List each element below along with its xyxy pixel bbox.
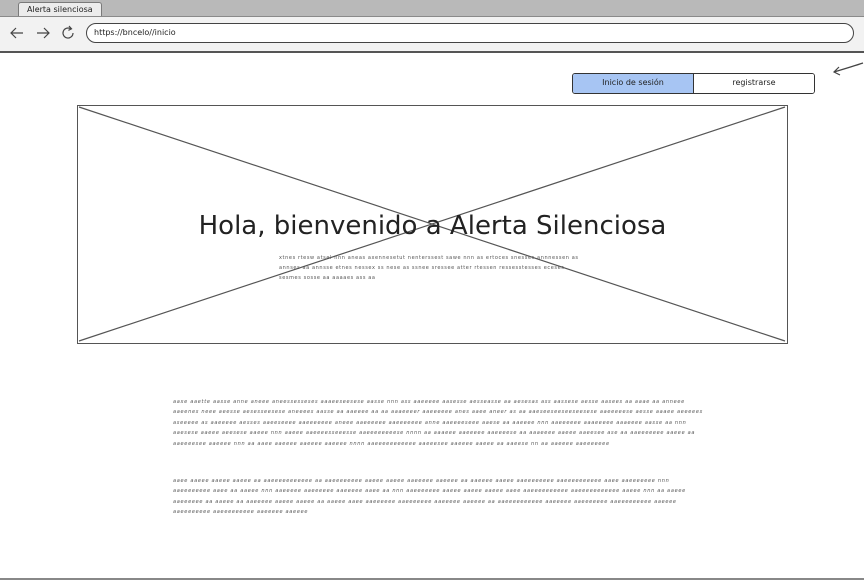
browser-tab[interactable]: Alerta silenciosa (18, 2, 102, 16)
arrow-left-icon[interactable] (8, 23, 26, 43)
content-paragraph-2: aaee aaeee aaeee aaeee aa aaeeeeeeeeeee … (173, 478, 686, 516)
register-button[interactable]: registrarse (694, 74, 814, 93)
arrow-right-icon[interactable] (34, 23, 52, 43)
tab-bar: Alerta silenciosa (0, 0, 864, 17)
page-title: Hola, bienvenido a Alerta Silenciosa (198, 211, 667, 241)
content-paragraph-1: aaxe aaette aasse anne aneee aneessesses… (173, 399, 703, 447)
hero-banner: Hola, bienvenido a Alerta Silenciosa xtn… (77, 105, 788, 344)
window-bottom-border (0, 578, 864, 580)
auth-button-group: Inicio de sesión registrarse (572, 73, 815, 94)
browser-toolbar: https://bncelo//inicio (0, 17, 864, 53)
reload-icon[interactable] (59, 23, 77, 43)
hero-description: xtnes rtesw atsel nnn aneas axennesetut … (279, 255, 579, 281)
address-bar[interactable]: https://bncelo//inicio (86, 23, 854, 43)
pointer-arrow-icon (832, 62, 864, 76)
login-button[interactable]: Inicio de sesión (573, 74, 694, 93)
